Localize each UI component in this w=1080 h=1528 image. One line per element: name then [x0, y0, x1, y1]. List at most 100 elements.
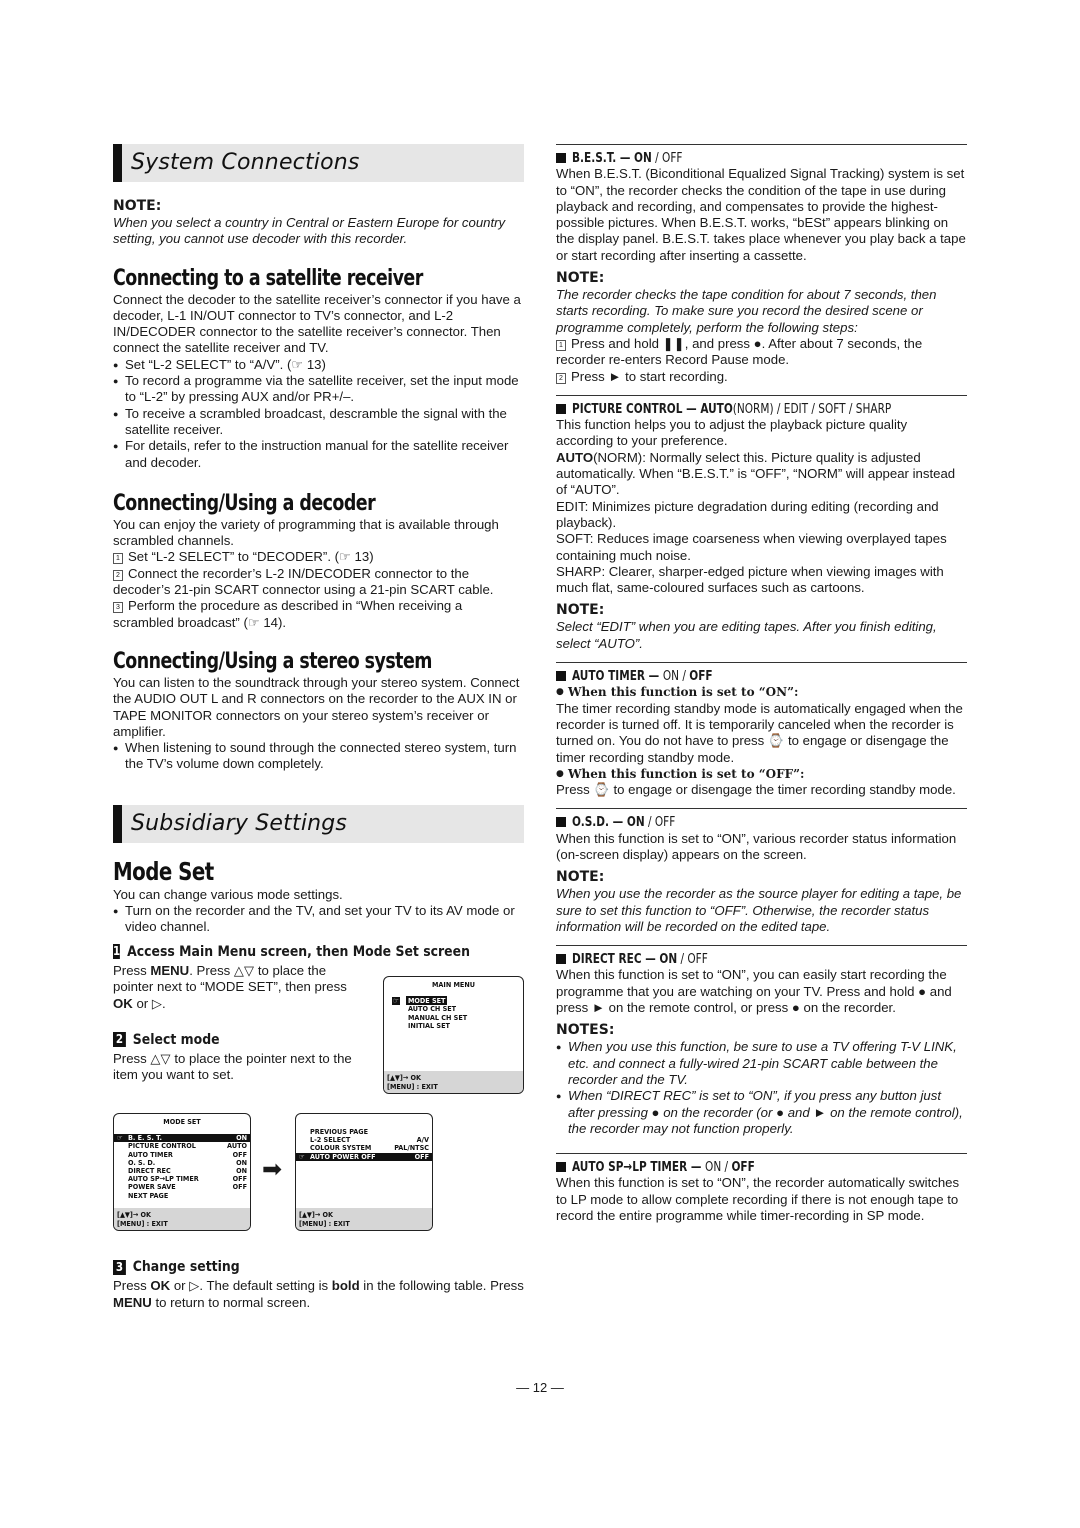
decoder-intro: You can enjoy the variety of programming…	[113, 516, 499, 549]
note-item: When you use this function, be sure to u…	[556, 1039, 967, 1088]
auto-timer-off-heading: When this function is set to “OFF”:	[556, 766, 967, 783]
step-heading-1: 1 Access Main Menu screen, then Mode Set…	[113, 944, 470, 960]
note-item: When “DIRECT REC” is set to “ON”, if you…	[556, 1088, 967, 1137]
step-text: Connect the recorder’s L-2 IN/DECODER co…	[113, 565, 494, 598]
pointer-icon: ☞	[117, 1134, 123, 1143]
osd-setting-value: OFF	[232, 1182, 247, 1192]
page-number: — 12 —	[516, 1380, 564, 1395]
note-text: Select “EDIT” when you are editing tapes…	[556, 619, 937, 651]
banner-title: Subsidiary Settings	[131, 810, 348, 836]
banner-bar	[113, 804, 122, 843]
mode-set-bullet: Turn on the recorder and the TV, and set…	[113, 903, 524, 936]
step-number-badge: 3	[113, 1259, 126, 1275]
osd-footer-exit: [MENU] : EXIT	[117, 1219, 168, 1228]
decoder-step: 1 Set “L-2 SELECT” to “DECODER”. (☞ 13)	[113, 549, 524, 565]
osd-setting-value: OFF	[414, 1151, 429, 1161]
best-step: 2 Press ► to start recording.	[556, 369, 967, 385]
osd-menu-item[interactable]: ☞ MODE SET	[392, 996, 523, 1006]
osd-footer-nav: [▲▼]→ OK	[387, 1073, 422, 1082]
note-text: When you select a country in Central or …	[113, 215, 506, 247]
step-number-icon: 3	[113, 602, 123, 614]
ok-key-label: OK	[113, 995, 133, 1011]
step-title: Change setting	[132, 1259, 240, 1275]
osd-mode-set-page2: PREVIOUS PAGE L-2 SELECT A/V COLOUR SYSTEM P…	[295, 1113, 433, 1231]
right-column: B.E.S.T. — ON / OFF When B.E.S.T. (Bicon…	[556, 144, 967, 1224]
step-number-icon: 2	[556, 372, 566, 384]
section-banner-subsidiary-settings: Subsidiary Settings	[113, 804, 524, 843]
osd-footer: [▲▼]→ OK [MENU] : EXIT	[296, 1208, 432, 1230]
osd-footer-exit: [MENU] : EXIT	[387, 1082, 438, 1091]
step-heading-3: 3 Change setting	[113, 1259, 466, 1275]
note-heading: NOTE:	[556, 270, 605, 287]
stereo-intro: You can listen to the soundtrack through…	[113, 674, 520, 739]
direct-rec-text: When this function is set to “ON”, you c…	[556, 967, 952, 1016]
square-bullet-icon	[556, 817, 566, 828]
pointer-icon: ☞	[299, 1152, 305, 1161]
step1-text: Press MENU. Press △▽ to place the pointe…	[113, 962, 347, 1011]
next-arrow-icon: ➡	[262, 1156, 283, 1183]
heading-decoder: Connecting/Using a decoder	[113, 490, 376, 516]
step-text: Perform the procedure as described in “W…	[113, 598, 463, 630]
section-banner-system-connections: System Connections	[113, 144, 524, 182]
osd-setting-row[interactable]: ☞ AUTO POWER OFF OFF	[296, 1151, 432, 1161]
step-number-badge: 2	[113, 1032, 126, 1048]
function-heading-osd: O.S.D. — ON / OFF	[556, 808, 967, 830]
mode-set-intro: You can change various mode settings.	[113, 886, 343, 902]
satellite-bullet: To record a programme via the satellite …	[113, 373, 524, 406]
heading-mode-set: Mode Set	[113, 856, 214, 886]
best-text: When B.E.S.T. (Biconditional Equalized S…	[556, 166, 966, 263]
banner-title: System Connections	[131, 149, 360, 175]
satellite-bullet: For details, refer to the instruction ma…	[113, 438, 524, 471]
sp-lp-text: When this function is set to “ON”, the r…	[556, 1175, 960, 1224]
step-number-badge: 1	[113, 944, 121, 960]
auto-timer-on-heading: When this function is set to “ON”:	[556, 684, 967, 701]
osd-mode-set-page1: MODE SET ☞ B. E. S. T. ON PICTURE CONTROL AU…	[113, 1113, 251, 1231]
note-heading: NOTE:	[556, 602, 605, 619]
osd-footer: [▲▼]→ OK [MENU] : EXIT	[384, 1071, 523, 1093]
step-number-icon: 1	[556, 339, 566, 351]
left-column: System Connections NOTE: When you select…	[113, 144, 524, 1084]
function-heading-sp-lp: AUTO SP→LP TIMER — ON / OFF	[556, 1153, 967, 1175]
step-title: Select mode	[132, 1031, 220, 1048]
step3-text: Press OK or ▷. The default setting is bo…	[113, 1278, 524, 1310]
heading-satellite: Connecting to a satellite receiver	[113, 265, 423, 291]
osd-menu-list: ☞ MODE SET AUTO CH SET MANUAL CH SET INI…	[384, 996, 523, 1030]
satellite-bullet: Set “L-2 SELECT” to “A/V”. (☞ 13)	[113, 357, 524, 374]
note-text: When you use the recorder as the source …	[556, 886, 962, 934]
osd-menu-item[interactable]: INITIAL SET	[406, 1021, 523, 1030]
picture-option: EDIT: Minimizes picture degradation duri…	[556, 498, 939, 530]
osd-main-menu: MAIN MENU ☞ MODE SET AUTO CH SET MANUAL …	[383, 976, 524, 1094]
step2-text: Press △▽ to place the pointer next to th…	[113, 1051, 352, 1083]
square-bullet-icon	[556, 671, 566, 682]
picture-option: SHARP: Clearer, sharper-edged picture wh…	[556, 563, 944, 596]
auto-timer-on-text: The timer recording standby mode is auto…	[556, 700, 963, 765]
square-bullet-icon	[556, 403, 566, 414]
osd-setting-label: AUTO POWER OFF	[310, 1151, 376, 1161]
function-heading-picture-control: PICTURE CONTROL — AUTO(NORM) / EDIT / SO…	[556, 394, 967, 417]
satellite-bullet: To receive a scrambled broadcast, descra…	[113, 406, 524, 439]
osd-text: When this function is set to “ON”, vario…	[556, 830, 957, 862]
step-number-icon: 2	[113, 569, 123, 581]
function-heading-best: B.E.S.T. — ON / OFF	[556, 144, 967, 166]
osd-mode-list: ☞ B. E. S. T. ON PICTURE CONTROL AUTO AUTO TI…	[114, 1133, 250, 1200]
banner-bar	[113, 144, 122, 182]
osd-footer-exit: [MENU] : EXIT	[299, 1219, 350, 1228]
square-bullet-icon	[556, 1162, 566, 1173]
osd-setting-row[interactable]: NEXT PAGE	[114, 1190, 250, 1200]
osd-title: MODE SET	[163, 1117, 201, 1126]
picture-option: AUTO(NORM): Normally select this. Pictur…	[556, 449, 956, 498]
square-bullet-icon	[556, 153, 566, 163]
square-bullet-icon	[556, 954, 566, 965]
step-title: Access Main Menu screen, then Mode Set s…	[127, 943, 470, 960]
notes-heading: NOTES:	[556, 1022, 615, 1039]
stereo-bullet: When listening to sound through the conn…	[113, 740, 524, 773]
auto-timer-off-text: Press ⌚ to engage or disengage the timer…	[556, 782, 956, 798]
note-text: The recorder checks the tape condition f…	[556, 287, 937, 335]
decoder-step: 2 Connect the recorder’s L-2 IN/DECODER c…	[113, 566, 524, 599]
osd-setting-label: NEXT PAGE	[128, 1190, 169, 1200]
step-number-icon: 1	[113, 553, 123, 565]
function-heading-auto-timer: AUTO TIMER — ON / OFF	[556, 662, 967, 684]
satellite-intro: Connect the decoder to the satellite rec…	[113, 291, 521, 356]
step-text: Set “L-2 SELECT” to “DECODER”. (☞ 13)	[128, 549, 374, 565]
best-step: 1 Press and hold ❚❚, and press ●. After a…	[556, 335, 923, 368]
